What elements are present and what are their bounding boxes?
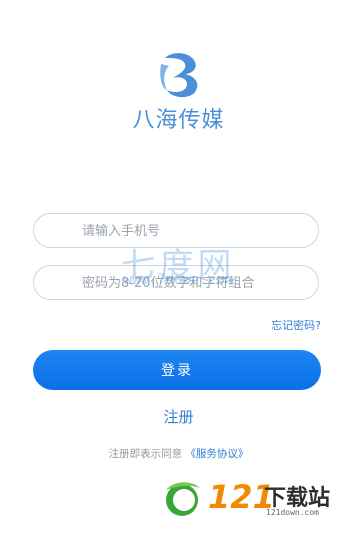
register-link[interactable]: 注册 [0, 406, 357, 427]
corner-watermark: 121 下载站 121down.com [158, 476, 348, 520]
green-ball-logo-icon [166, 482, 200, 516]
brand-name: 八海传媒 [132, 108, 225, 133]
brand-header: 八海传媒 [0, 48, 357, 134]
agreement-prefix: 注册即表示同意 [108, 448, 183, 460]
corner-watermark-url: 121down.com [266, 508, 319, 517]
password-field[interactable] [33, 265, 319, 301]
password-input[interactable] [80, 266, 314, 301]
b-swirl-logo-icon [159, 53, 197, 98]
corner-watermark-number: 121 [208, 478, 275, 516]
agreement-text: 注册即表示同意 《服务协议》 [0, 446, 357, 461]
login-button[interactable]: 登录 [33, 350, 321, 390]
forgot-password-link[interactable]: 忘记密码? [271, 317, 321, 333]
corner-watermark-text: 下载站 [264, 486, 331, 511]
phone-input[interactable] [80, 214, 314, 249]
service-agreement-link[interactable]: 《服务协议》 [185, 448, 248, 460]
phone-field[interactable] [33, 213, 319, 249]
